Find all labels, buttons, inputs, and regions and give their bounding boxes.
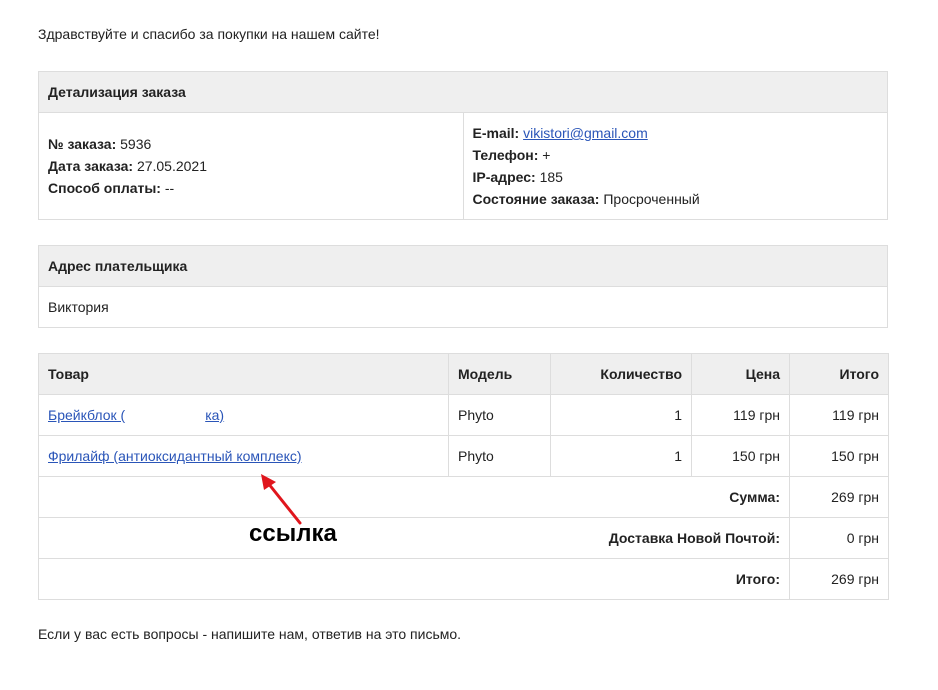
subtotal-label: Сумма: — [729, 489, 780, 505]
arrow-shaft — [266, 481, 302, 525]
table-row: Фрилайф (антиоксидантный комплекс) Phyto… — [38, 435, 889, 477]
ip-line: IP-адрес: 185 — [473, 166, 879, 188]
grand-total-label: Итого: — [735, 571, 780, 587]
summary-value-shipping: 0 грн — [789, 517, 889, 559]
email-label: E-mail: — [472, 125, 520, 141]
product-name-end: ка) — [205, 407, 225, 423]
greeting-text: Здравствуйте и спасибо за покупки на наш… — [38, 26, 380, 42]
table-row: Брейкблок ( ка) Phyto 1 119 грн 119 грн — [38, 394, 889, 436]
order-date-line: Дата заказа: 27.05.2021 — [48, 155, 454, 177]
price-cell: 119 грн — [691, 394, 790, 436]
email-link[interactable]: vikistori@gmail.com — [523, 125, 648, 141]
payer-address-table: Адрес плательщика Виктория — [38, 245, 888, 328]
total-cell: 150 грн — [789, 435, 889, 477]
phone-value: + — [542, 147, 551, 163]
order-info-cell: № заказа: 5936 Дата заказа: 27.05.2021 С… — [38, 112, 464, 220]
payment-method-value: -- — [164, 180, 175, 196]
payment-method-line: Способ оплаты: -- — [48, 177, 454, 199]
col-header-model: Модель — [448, 353, 551, 395]
model-cell: Phyto — [448, 394, 551, 436]
summary-label-total: Итого: — [38, 558, 790, 600]
status-label: Состояние заказа: — [472, 191, 600, 207]
summary-value-total: 269 грн — [789, 558, 889, 600]
product-link-breakblock[interactable]: Брейкблок ( ка) — [48, 407, 224, 423]
order-number-label: № заказа: — [48, 136, 117, 152]
products-table: Товар Модель Количество Цена Итого Брейк… — [38, 353, 889, 600]
product-cell: Фрилайф (антиоксидантный комплекс) — [38, 435, 449, 477]
payer-address-header: Адрес плательщика — [38, 245, 888, 287]
col-header-quantity: Количество — [550, 353, 692, 395]
price-cell: 150 грн — [691, 435, 790, 477]
order-date-value: 27.05.2021 — [136, 158, 208, 174]
payer-name: Виктория — [38, 286, 888, 328]
order-date-label: Дата заказа: — [48, 158, 134, 174]
phone-label: Телефон: — [472, 147, 539, 163]
quantity-cell: 1 — [550, 394, 692, 436]
footer-text: Если у вас есть вопросы - напишите нам, … — [38, 626, 462, 642]
payment-method-label: Способ оплаты: — [48, 180, 161, 196]
redacted-area — [125, 410, 206, 423]
col-header-total: Итого — [789, 353, 889, 395]
order-number-line: № заказа: 5936 — [48, 133, 454, 155]
ip-value: 185 — [539, 169, 563, 185]
col-header-price: Цена — [691, 353, 790, 395]
product-link-freelife[interactable]: Фрилайф (антиоксидантный комплекс) — [48, 448, 302, 464]
col-header-product: Товар — [38, 353, 449, 395]
order-number-value: 5936 — [120, 136, 152, 152]
shipping-label: Доставка Новой Почтой: — [608, 530, 780, 546]
total-cell: 119 грн — [789, 394, 889, 436]
product-cell: Брейкблок ( ка) — [38, 394, 449, 436]
summary-value-subtotal: 269 грн — [789, 476, 889, 518]
model-cell: Phyto — [448, 435, 551, 477]
summary-row: Доставка Новой Почтой: 0 грн — [38, 517, 889, 559]
order-details-table: Детализация заказа № заказа: 5936 Дата з… — [38, 71, 888, 220]
order-details-header: Детализация заказа — [38, 71, 888, 113]
email-line: E-mail: vikistori@gmail.com — [473, 122, 879, 144]
phone-line: Телефон: + — [473, 144, 879, 166]
summary-label-subtotal: Сумма: — [38, 476, 790, 518]
ip-label: IP-адрес: — [472, 169, 536, 185]
summary-row: Итого: 269 грн — [38, 558, 889, 600]
summary-label-shipping: Доставка Новой Почтой: — [38, 517, 790, 559]
product-name-start: Брейкблок ( — [48, 407, 126, 423]
quantity-cell: 1 — [550, 435, 692, 477]
annotation-label: ссылка — [249, 520, 337, 547]
contact-info-cell: E-mail: vikistori@gmail.com Телефон: + I… — [462, 112, 888, 220]
status-line: Состояние заказа: Просроченный — [473, 188, 879, 210]
arrow-head — [261, 474, 276, 490]
status-value: Просроченный — [603, 191, 700, 207]
summary-row: Сумма: 269 грн — [38, 476, 889, 518]
